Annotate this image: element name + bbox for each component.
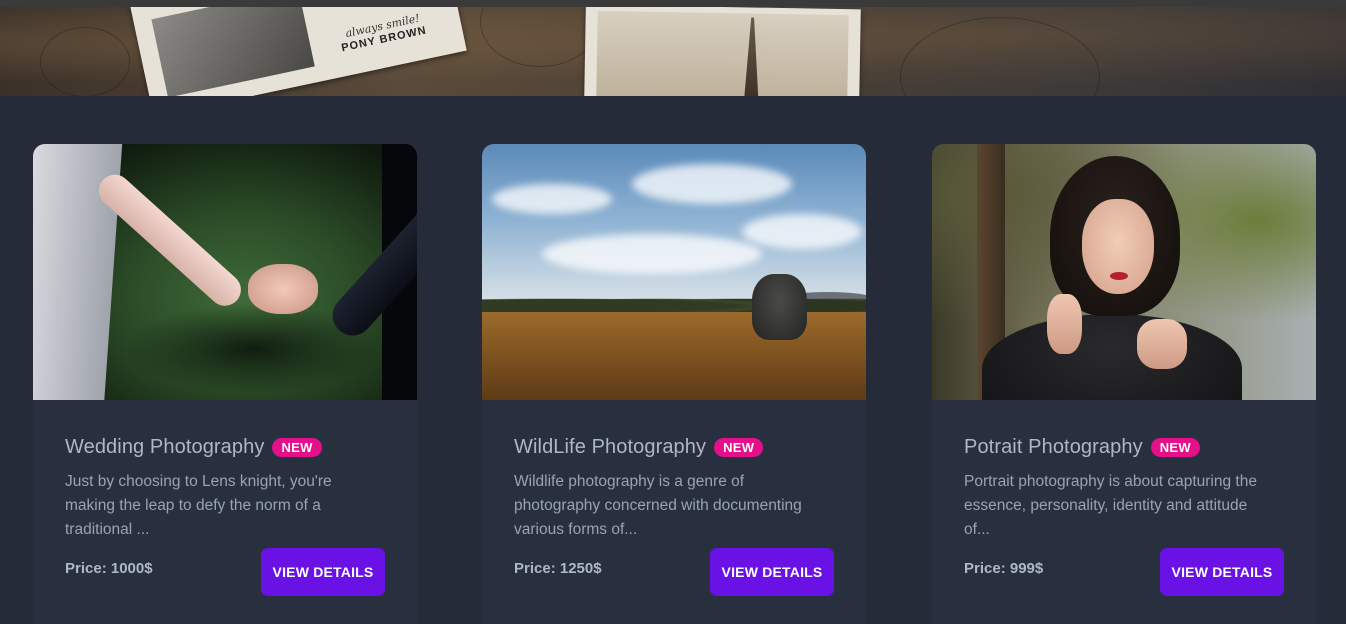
postcard-photo [151,7,315,96]
holding-hands [248,264,318,314]
dry-grass [482,312,866,400]
woman-hand [1047,294,1082,354]
new-badge: NEW [1150,438,1200,457]
hero-banner: always smile! PONY BROWN [0,7,1346,96]
map-texture [480,7,600,67]
map-texture [40,27,130,96]
view-details-button[interactable]: VIEW DETAILS [1160,548,1284,596]
postcard-stamp-area [596,10,849,96]
cloud [742,214,862,249]
postcard-right [584,7,861,96]
card-description: Portrait photography is about capturing … [964,473,1257,538]
view-details-button[interactable]: VIEW DETAILS [261,548,385,596]
woman-body [982,314,1242,400]
new-badge: NEW [272,438,322,457]
service-card-wildlife: WildLife Photography NEW Wildlife photog… [482,144,866,624]
card-title-row: Wedding Photography NEW [65,436,322,459]
card-title-row: Potrait Photography NEW [964,436,1200,459]
cloud [632,164,792,204]
cloud [492,184,612,214]
card-description: Wildlife photography is a genre of photo… [514,473,802,538]
card-title: Wedding Photography [65,436,265,458]
elephant-savanna-image [482,144,866,400]
card-title-row: WildLife Photography NEW [514,436,764,459]
wedding-couple-holding-hands-image [33,144,417,400]
card-description: Just by choosing to Lens knight, you're … [65,473,332,538]
cloud [542,234,762,274]
map-texture [900,17,1100,96]
card-title: WildLife Photography [514,436,707,458]
card-price: Price: 1000$ [65,560,153,577]
elephant [752,274,807,340]
view-details-button[interactable]: VIEW DETAILS [710,548,834,596]
postcard-left: always smile! PONY BROWN [129,7,467,96]
new-badge: NEW [714,438,764,457]
woman-portrait-image [932,144,1316,400]
woman-hand [1137,319,1187,369]
tree-line [482,294,866,314]
card-price: Price: 999$ [964,560,1044,577]
top-border [0,0,1346,7]
service-card-wedding: Wedding Photography NEW Just by choosing… [33,144,417,624]
bride-arm [92,168,248,313]
card-title: Potrait Photography [964,436,1143,458]
service-card-portrait: Potrait Photography NEW Portrait photogr… [932,144,1316,624]
card-price: Price: 1250$ [514,560,602,577]
woman-lips [1110,272,1128,280]
